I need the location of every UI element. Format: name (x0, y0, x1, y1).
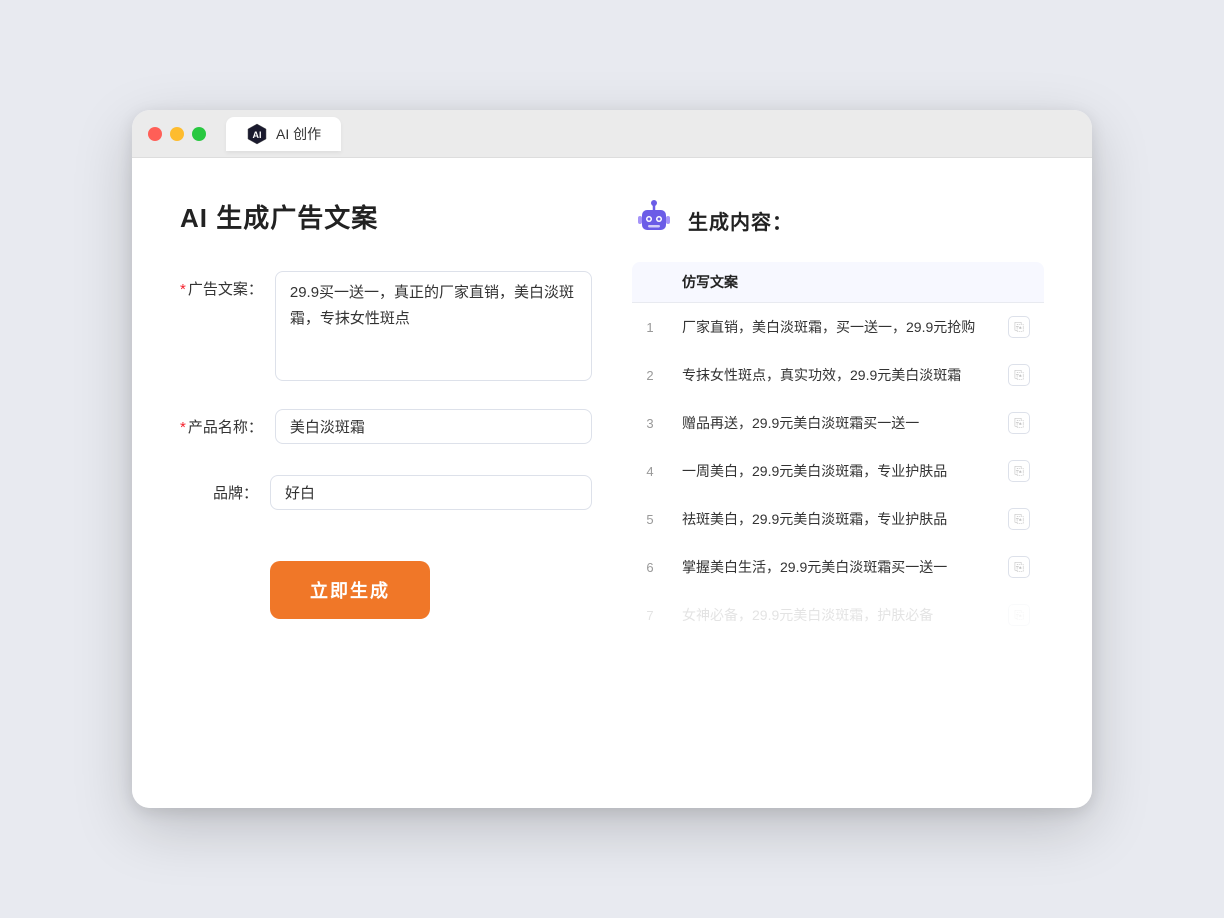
required-star-2: * (180, 419, 186, 436)
ai-tab-icon: AI (246, 123, 268, 145)
brand-label: 品牌： (180, 475, 270, 513)
brand-row: 品牌： (180, 475, 592, 513)
copy-cell: ⎘ (994, 447, 1044, 495)
generate-button[interactable]: 立即生成 (270, 561, 430, 619)
row-number: 6 (632, 543, 668, 591)
product-name-label: *产品名称： (180, 409, 275, 447)
browser-content: AI 生成广告文案 *广告文案： 29.9买一送一，真正的厂家直销，美白淡斑霜，… (132, 158, 1092, 808)
row-text: 厂家直销，美白淡斑霜，买一送一，29.9元抢购 (668, 303, 994, 351)
table-row: 2专抹女性斑点，真实功效，29.9元美白淡斑霜 ⎘ (632, 351, 1044, 399)
ad-copy-label: *广告文案： (180, 271, 275, 309)
brand-input[interactable] (270, 475, 592, 510)
product-name-input[interactable] (275, 409, 592, 444)
copy-cell: ⎘ (994, 351, 1044, 399)
copy-cell: ⎘ (994, 303, 1044, 351)
result-table: 仿写文案 1厂家直销，美白淡斑霜，买一送一，29.9元抢购⎘2专抹女性斑点，真实… (632, 262, 1044, 639)
row-text: 祛斑美白，29.9元美白淡斑霜，专业护肤品 (668, 495, 994, 543)
traffic-light-fullscreen[interactable] (192, 127, 206, 141)
ad-copy-input[interactable]: 29.9买一送一，真正的厂家直销，美白淡斑霜，专抹女性斑点 (275, 271, 592, 381)
browser-titlebar: AI AI 创作 (132, 110, 1092, 158)
traffic-light-minimize[interactable] (170, 127, 184, 141)
row-number: 4 (632, 447, 668, 495)
tab-label: AI 创作 (276, 124, 321, 144)
row-number: 7 (632, 591, 668, 639)
table-row: 5祛斑美白，29.9元美白淡斑霜，专业护肤品 ⎘ (632, 495, 1044, 543)
col-num-header (632, 262, 668, 303)
row-text: 一周美白，29.9元美白淡斑霜，专业护肤品 (668, 447, 994, 495)
copy-cell: ⎘ (994, 543, 1044, 591)
required-star-1: * (180, 281, 186, 298)
result-title: 生成内容： (688, 206, 793, 235)
page-title: AI 生成广告文案 (180, 198, 592, 235)
copy-button[interactable]: ⎘ (1008, 412, 1030, 434)
traffic-light-close[interactable] (148, 127, 162, 141)
table-row: 3赠品再送，29.9元美白淡斑霜买一送一 ⎘ (632, 399, 1044, 447)
table-row: 1厂家直销，美白淡斑霜，买一送一，29.9元抢购 ⎘ (632, 303, 1044, 351)
traffic-lights (148, 127, 206, 141)
svg-text:AI: AI (253, 130, 262, 140)
copy-button[interactable]: ⎘ (1008, 508, 1030, 530)
copy-cell: ⎘ (994, 591, 1044, 639)
col-text-header: 仿写文案 (668, 262, 994, 303)
copy-button[interactable]: ⎘ (1008, 604, 1030, 626)
robot-icon (632, 198, 676, 242)
copy-button[interactable]: ⎘ (1008, 316, 1030, 338)
col-action-header (994, 262, 1044, 303)
row-number: 5 (632, 495, 668, 543)
product-name-row: *产品名称： (180, 409, 592, 447)
left-panel: AI 生成广告文案 *广告文案： 29.9买一送一，真正的厂家直销，美白淡斑霜，… (180, 198, 592, 768)
row-text: 女神必备，29.9元美白淡斑霜，护肤必备 (668, 591, 994, 639)
result-header: 生成内容： (632, 198, 1044, 242)
row-text: 掌握美白生活，29.9元美白淡斑霜买一送一 (668, 543, 994, 591)
right-panel: 生成内容： 仿写文案 1厂家直销，美白淡斑霜，买一送一，29.9元抢购 ⎘ (632, 198, 1044, 768)
row-number: 3 (632, 399, 668, 447)
table-row: 7女神必备，29.9元美白淡斑霜，护肤必备 ⎘ (632, 591, 1044, 639)
row-number: 1 (632, 303, 668, 351)
ad-copy-row: *广告文案： 29.9买一送一，真正的厂家直销，美白淡斑霜，专抹女性斑点 (180, 271, 592, 381)
copy-button[interactable]: ⎘ (1008, 460, 1030, 482)
copy-cell: ⎘ (994, 495, 1044, 543)
table-row: 6掌握美白生活，29.9元美白淡斑霜买一送一 ⎘ (632, 543, 1044, 591)
browser-tab[interactable]: AI AI 创作 (226, 117, 341, 151)
row-text: 专抹女性斑点，真实功效，29.9元美白淡斑霜 (668, 351, 994, 399)
table-row: 4一周美白，29.9元美白淡斑霜，专业护肤品 ⎘ (632, 447, 1044, 495)
copy-cell: ⎘ (994, 399, 1044, 447)
row-number: 2 (632, 351, 668, 399)
copy-button[interactable]: ⎘ (1008, 556, 1030, 578)
row-text: 赠品再送，29.9元美白淡斑霜买一送一 (668, 399, 994, 447)
copy-button[interactable]: ⎘ (1008, 364, 1030, 386)
